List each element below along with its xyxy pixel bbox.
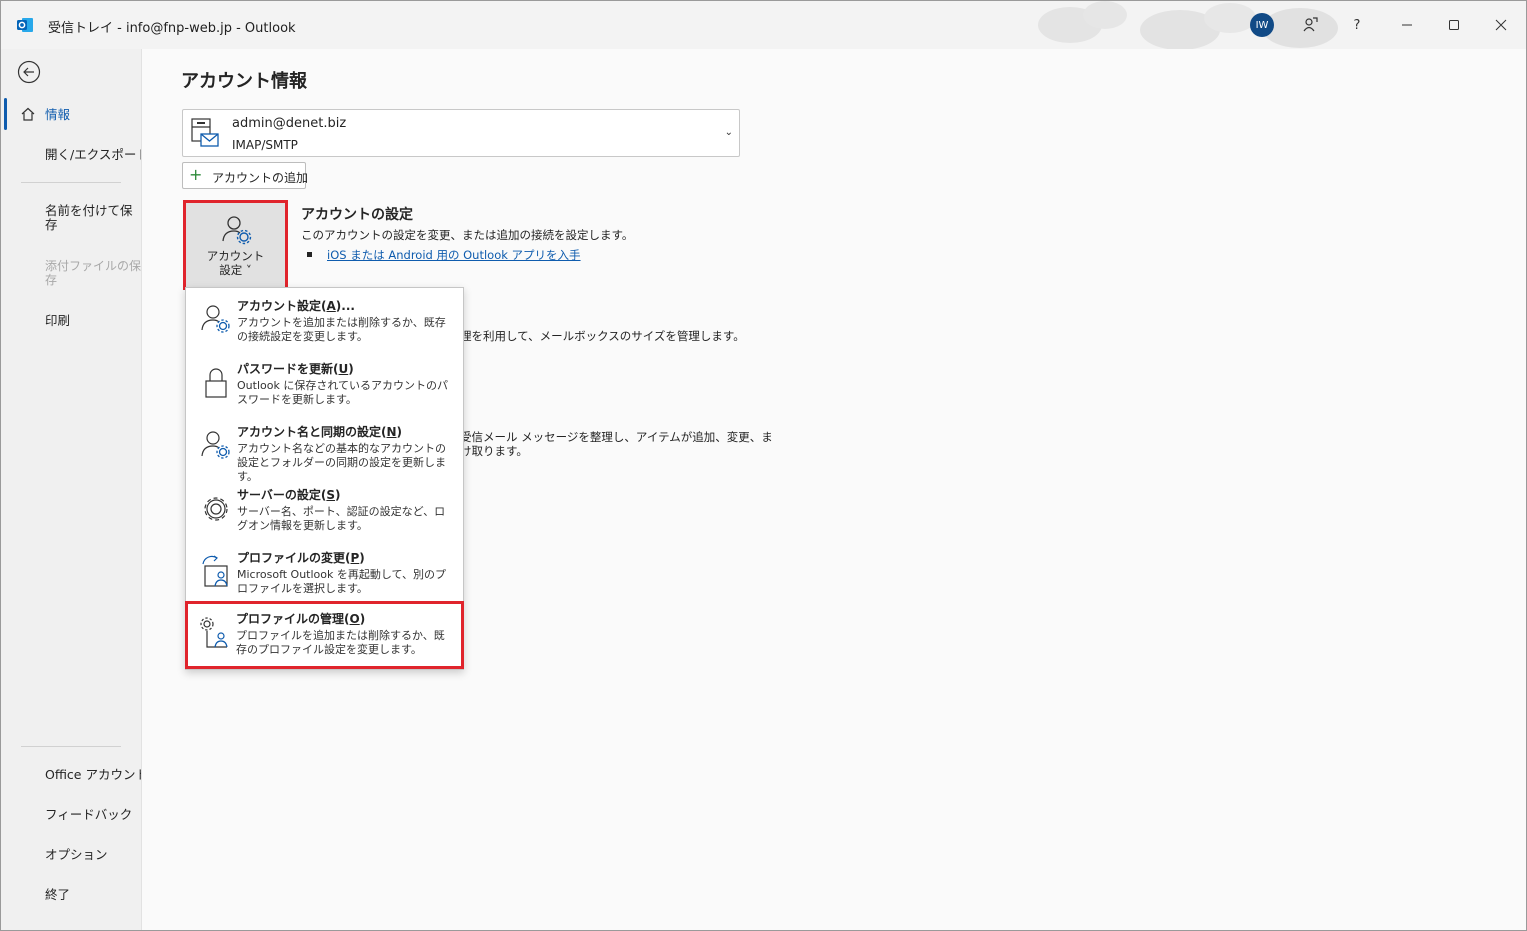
mobile-app-link[interactable]: iOS または Android 用の Outlook アプリを入手	[327, 247, 581, 263]
account-settings-menu: アカウント設定(A)... アカウントを追加または削除するか、既存の接続設定を変…	[185, 287, 464, 670]
menu-item-manage-profiles[interactable]: プロファイルの管理(O) プロファイルを追加または削除するか、既存のプロファイル…	[185, 601, 464, 669]
feedback-icon	[1303, 17, 1318, 32]
window-title: 受信トレイ - info@fnp-web.jp - Outlook	[48, 21, 296, 36]
account-type: IMAP/SMTP	[232, 138, 298, 152]
menu-item-account-settings[interactable]: アカウント設定(A)... アカウントを追加または削除するか、既存の接続設定を変…	[186, 288, 463, 351]
bullet	[307, 252, 312, 257]
maximize-icon	[1449, 20, 1459, 30]
menu-item-desc: サーバー名、ポート、認証の設定など、ログオン情報を更新します。	[237, 505, 446, 532]
account-settings-icon	[201, 305, 230, 333]
active-indicator	[4, 98, 7, 130]
chevron-down-icon: ⌄	[724, 127, 733, 138]
rules-desc-line2: け取ります。	[460, 444, 528, 458]
lock-icon	[205, 368, 227, 398]
account-email: admin@denet.biz	[232, 116, 347, 131]
nav-item-office-account[interactable]: Office アカウント	[45, 768, 148, 782]
page-title: アカウント情報	[181, 71, 307, 92]
mailbox-settings-desc: 理を利用して、メールボックスのサイズを管理します。	[460, 329, 745, 343]
nav-divider	[21, 182, 121, 183]
nav-item-open-export[interactable]: 開く/エクスポート	[45, 148, 149, 162]
nav-item-save-as[interactable]: 名前を付けて保 存	[45, 204, 133, 232]
help-button[interactable]: ?	[1342, 10, 1372, 40]
menu-item-title: プロファイルの変更(P)	[237, 551, 365, 565]
minimize-icon	[1402, 24, 1412, 26]
menu-item-desc: Outlook に保存されているアカウントのパスワードを更新します。	[237, 379, 448, 406]
add-account-button[interactable]: + アカウントの追加	[182, 162, 309, 189]
menu-item-desc: Microsoft Outlook を再起動して、別のプロファイルを選択します。	[237, 568, 447, 595]
menu-item-account-name-sync[interactable]: アカウント名と同期の設定(N) アカウント名などの基本的なアカウントの設定とフォ…	[186, 414, 463, 483]
menu-item-title: サーバーの設定(S)	[237, 488, 341, 502]
menu-item-title: パスワードを更新(U)	[237, 362, 354, 376]
menu-item-server-settings[interactable]: サーバーの設定(S) サーバー名、ポート、認証の設定など、ログオン情報を更新しま…	[186, 477, 463, 540]
title-bar: 受信トレイ - info@fnp-web.jp - Outlook IW ?	[0, 0, 1527, 49]
user-avatar[interactable]: IW	[1250, 13, 1274, 37]
help-icon: ?	[1353, 17, 1361, 33]
manage-profiles-icon	[200, 617, 228, 648]
mail-server-icon	[191, 118, 219, 147]
menu-item-desc: アカウントを追加または削除するか、既存の接続設定を変更します。	[237, 316, 446, 343]
account-settings-icon	[222, 216, 252, 245]
account-selector[interactable]: admin@denet.biz IMAP/SMTP ⌄	[182, 109, 740, 157]
feedback-button[interactable]	[1295, 10, 1325, 40]
change-profile-icon	[202, 555, 228, 587]
menu-item-update-password[interactable]: パスワードを更新(U) Outlook に保存されているアカウントのパスワードを…	[186, 351, 463, 414]
account-settings-desc: このアカウントの設定を変更、または追加の接続を設定します。	[301, 228, 634, 242]
outlook-logo-icon	[17, 18, 33, 32]
menu-item-change-profile[interactable]: プロファイルの変更(P) Microsoft Outlook を再起動して、別の…	[186, 540, 463, 603]
home-icon	[21, 107, 35, 121]
back-arrow-icon[interactable]	[16, 59, 42, 85]
nav-item-feedback[interactable]: フィードバック	[45, 808, 132, 822]
nav-divider	[21, 746, 121, 747]
menu-item-desc: プロファイルを追加または削除するか、既存のプロファイル設定を変更します。	[236, 629, 445, 656]
maximize-button[interactable]	[1439, 10, 1469, 40]
account-settings-label: アカウント 設定 ˅	[206, 249, 265, 277]
plus-icon: +	[189, 165, 203, 184]
account-settings-title: アカウントの設定	[301, 207, 413, 223]
close-icon	[1495, 19, 1507, 31]
minimize-button[interactable]	[1392, 10, 1422, 40]
backstage-nav: 情報 開く/エクスポート 名前を付けて保 存 添付ファイルの保 存 印刷 Off…	[0, 49, 149, 931]
nav-item-save-attachments: 添付ファイルの保 存	[45, 259, 142, 287]
nav-item-options[interactable]: オプション	[45, 848, 108, 862]
account-sync-icon	[201, 431, 230, 459]
menu-item-title: アカウント名と同期の設定(N)	[237, 425, 403, 439]
nav-item-print[interactable]: 印刷	[45, 314, 70, 328]
menu-item-title: アカウント設定(A)...	[237, 299, 355, 313]
add-account-label: アカウントの追加	[212, 171, 309, 185]
account-settings-button[interactable]: アカウント 設定 ˅	[183, 200, 288, 290]
gear-icon	[204, 497, 228, 521]
nav-item-info[interactable]: 情報	[45, 108, 70, 122]
close-button[interactable]	[1486, 10, 1516, 40]
menu-item-title: プロファイルの管理(O)	[236, 612, 366, 626]
nav-item-exit[interactable]: 終了	[45, 888, 70, 902]
